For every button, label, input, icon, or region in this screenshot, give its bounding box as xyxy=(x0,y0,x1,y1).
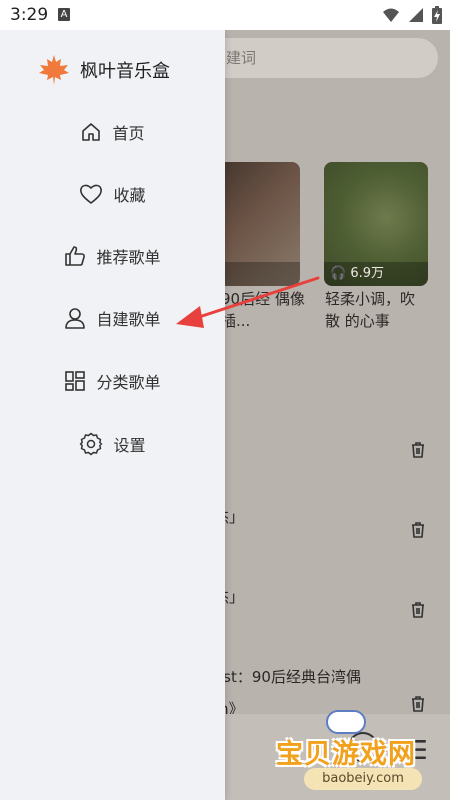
menu-item-label: 自建歌单 xyxy=(96,310,161,329)
playlist-card-title: 轻柔小调，吹散 的心事 xyxy=(325,290,416,330)
menu-item-my-playlists[interactable]: 自建歌单 xyxy=(0,298,225,338)
trash-icon[interactable] xyxy=(408,600,428,620)
watermark-url: baobeiy.com xyxy=(304,768,422,790)
playlist-card[interactable]: 🎧 6.9万 xyxy=(324,162,428,286)
app-name: 枫叶音乐盒 xyxy=(80,61,170,82)
drawer-header: 枫叶音乐盒 xyxy=(38,52,170,88)
gear-icon xyxy=(80,432,103,456)
menu-item-recommended-playlists[interactable]: 推荐歌单 xyxy=(0,236,225,276)
status-time: 3:29 xyxy=(10,5,49,25)
menu-item-favorites[interactable]: 收藏 xyxy=(0,174,225,214)
menu-item-label: 推荐歌单 xyxy=(96,248,161,267)
headphones-icon: 🎧 xyxy=(330,266,347,281)
heart-icon xyxy=(80,184,103,204)
menu-item-category-playlists[interactable]: 分类歌单 xyxy=(0,361,225,401)
watermark: 宝贝游戏网 baobeiy.com xyxy=(270,706,450,796)
menu-item-label: 收藏 xyxy=(113,186,146,205)
maple-leaf-icon xyxy=(39,55,69,85)
a-letter-icon: A xyxy=(58,8,70,21)
thumbs-up-icon xyxy=(65,246,86,266)
trash-icon[interactable] xyxy=(408,440,428,460)
user-icon xyxy=(65,308,86,329)
menu-item-label: 设置 xyxy=(113,436,146,455)
menu-item-home[interactable]: 首页 xyxy=(0,112,225,152)
menu-item-settings[interactable]: 设置 xyxy=(0,424,225,464)
menu-item-label: 首页 xyxy=(112,124,145,143)
trash-icon[interactable] xyxy=(408,520,428,540)
gamepad-icon xyxy=(326,710,366,734)
navigation-drawer: 枫叶音乐盒 首页 收藏 推荐歌单 自建歌单 分类歌单 设置 xyxy=(0,30,225,800)
status-bar: 3:29 A xyxy=(0,0,450,30)
song-row-text: ost：90后经典台湾偶 xyxy=(214,668,361,686)
play-count: 🎧 6.9万 xyxy=(324,262,428,286)
menu-item-label: 分类歌单 xyxy=(96,373,161,392)
watermark-title: 宝贝游戏网 xyxy=(276,739,416,770)
play-count-value: 6.9万 xyxy=(350,266,385,281)
wifi-icon xyxy=(383,8,399,22)
home-icon xyxy=(82,123,101,141)
battery-charging-icon xyxy=(432,6,442,24)
status-icons xyxy=(382,6,442,24)
cell-signal-icon xyxy=(409,8,423,22)
grid-icon xyxy=(65,371,86,391)
